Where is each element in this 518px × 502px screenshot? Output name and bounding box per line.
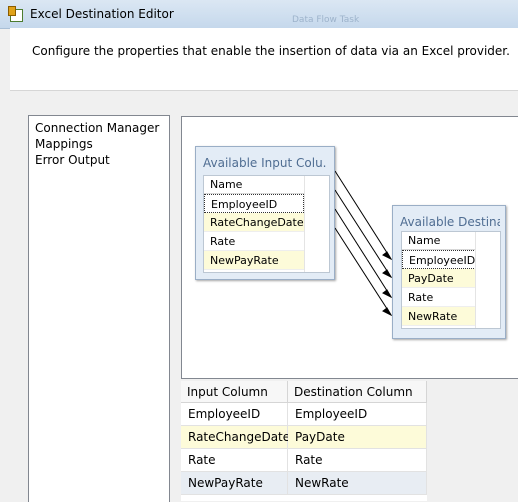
grid-header-input-column[interactable]: Input Column [181,381,288,403]
destination-columns-header: Name [402,232,476,250]
grid-cell-destination[interactable]: NewRate [288,472,427,495]
nav-item-mappings[interactable]: Mappings [35,137,93,151]
grid-header-destination-column[interactable]: Destination Column [288,381,427,403]
destination-column-item[interactable]: NewRate [402,307,476,326]
mappings-grid[interactable]: Input Column Destination Column Employee… [181,381,427,501]
window-title: Excel Destination Editor [30,7,174,21]
destination-column-item[interactable]: Rate [402,288,476,307]
grid-cell-input[interactable]: EmployeeID [181,403,288,426]
grid-cell-input[interactable]: NewPayRate [181,472,288,495]
input-column-item[interactable]: NewPayRate [204,251,304,270]
input-columns-scrollbar[interactable] [304,176,329,272]
dialog-content: Configure the properties that enable the… [10,28,518,502]
input-column-item[interactable]: Rate [204,232,304,251]
mapping-line[interactable] [334,170,392,260]
title-bar[interactable]: Excel Destination Editor Data Flow Task [0,0,518,29]
excel-destination-icon [8,6,23,22]
grid-cell-destination[interactable]: EmployeeID [288,403,427,426]
input-columns-header: Name [204,176,304,194]
destination-column-item[interactable]: PayDate [402,269,476,288]
destination-box-title: Available Destina... [400,215,500,229]
arrow-head-icon [382,251,393,261]
arrow-head-icon [382,269,393,279]
nav-item-connection-manager[interactable]: Connection Manager [35,121,159,135]
mapping-canvas[interactable]: Available Input Colu... Name EmployeeID … [181,116,518,379]
input-columns-grid[interactable]: Name EmployeeID RateChangeDate Rate NewP… [203,175,330,273]
grid-cell-input[interactable]: Rate [181,449,288,472]
grid-cell-input[interactable]: RateChangeDate [181,426,290,449]
body-area: Connection Manager Mappings Error Output [10,91,518,502]
input-column-item[interactable]: RateChangeDate [204,213,304,232]
available-input-columns-box[interactable]: Available Input Colu... Name EmployeeID … [195,146,335,280]
header-band: Configure the properties that enable the… [10,28,518,90]
mapping-line[interactable] [334,227,392,316]
nav-item-error-output[interactable]: Error Output [35,153,110,167]
input-box-title: Available Input Colu... [203,156,327,170]
arrow-head-icon [382,307,393,317]
page-navigation-list[interactable]: Connection Manager Mappings Error Output [28,115,170,502]
available-destination-columns-box[interactable]: Available Destina... Name EmployeeID Pay… [392,205,506,339]
destination-columns-grid[interactable]: Name EmployeeID PayDate Rate NewRate [401,231,501,329]
destination-column-item[interactable]: EmployeeID [402,250,476,269]
background-window-text: Data Flow Task [292,15,360,25]
arrow-head-icon [382,289,393,299]
mapping-line[interactable] [334,208,392,298]
grid-cell-destination[interactable]: PayDate [288,426,427,449]
mapping-line[interactable] [334,189,392,278]
header-description: Configure the properties that enable the… [32,44,510,58]
grid-cell-destination[interactable]: Rate [288,449,427,472]
input-column-item[interactable]: EmployeeID [204,194,304,213]
destination-columns-scrollbar[interactable] [475,232,500,328]
